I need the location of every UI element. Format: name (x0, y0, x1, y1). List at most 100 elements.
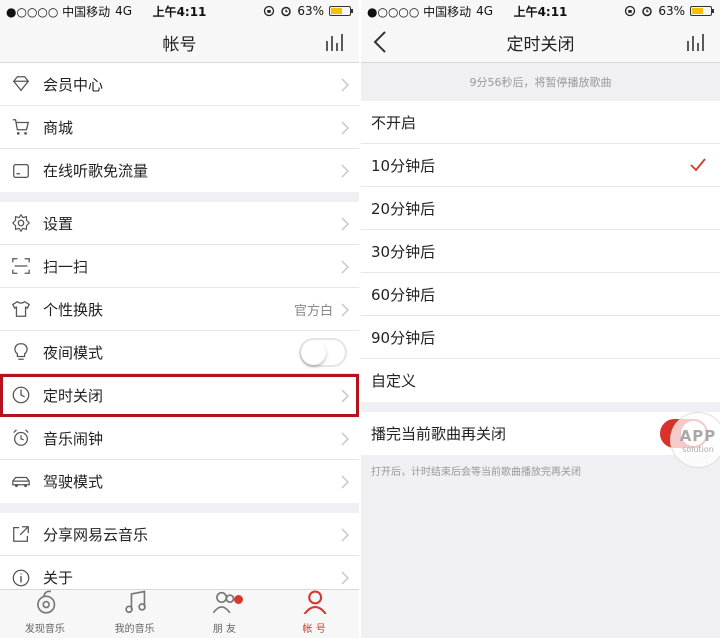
timer-option[interactable]: 30分钟后 (361, 230, 720, 273)
settings-group: 会员中心商城在线听歌免流量 (0, 63, 359, 192)
settings-row-label: 设置 (43, 214, 74, 233)
battery-icon (329, 6, 353, 16)
tab-bar: 发现音乐 我的音乐 朋 友 帐 号 (0, 589, 359, 638)
settings-row[interactable]: 商城 (0, 106, 359, 149)
tab-item[interactable]: 帐 号 (269, 590, 359, 638)
timer-option[interactable]: 自定义 (361, 359, 720, 402)
timer-option[interactable]: 10分钟后 (361, 144, 720, 187)
settings-row-label: 驾驶模式 (43, 473, 104, 491)
shirt-icon (10, 298, 32, 320)
tab-item[interactable]: 我的音乐 (90, 590, 180, 638)
timer-option[interactable]: 60分钟后 (361, 273, 720, 316)
settings-row-label: 个性换肤 (43, 300, 104, 319)
timer-option-label: 10分钟后 (371, 156, 436, 175)
friends-icon (211, 588, 237, 618)
back-icon[interactable] (373, 30, 387, 58)
finish-song-row: 播完当前歌曲再关闭 (361, 412, 720, 455)
tab-item[interactable]: 朋 友 (180, 590, 270, 638)
timer-option-label: 30分钟后 (371, 242, 436, 261)
settings-row-label: 扫一扫 (43, 257, 89, 276)
settings-row-label: 定时关闭 (43, 386, 104, 405)
settings-row-label: 音乐闹钟 (43, 429, 104, 448)
settings-row-label: 会员中心 (43, 75, 104, 94)
timer-close-screen: ●○○○○ 中国移动 4G 上午4:11 63% 定时关闭 9分56秒后，将暂停… (361, 0, 720, 638)
now-playing-icon[interactable] (686, 33, 708, 55)
tab-label: 我的音乐 (114, 624, 155, 635)
timer-option[interactable]: 不开启 (361, 101, 720, 144)
notification-badge (234, 595, 244, 604)
tab-item[interactable]: 发现音乐 (0, 590, 90, 638)
settings-row[interactable]: 夜间模式 (0, 331, 359, 374)
rotation-lock-icon (625, 5, 636, 17)
diamond-icon (10, 73, 32, 95)
settings-group: 分享网易云音乐 关于 (0, 513, 359, 599)
night-mode-toggle[interactable] (299, 338, 347, 367)
settings-row[interactable]: 设置 (0, 202, 359, 245)
timer-option-label: 60分钟后 (371, 285, 436, 304)
music-disc-icon (32, 588, 58, 618)
chevron-right-icon (341, 388, 350, 407)
chevron-right-icon (341, 216, 350, 235)
settings-group: 设置扫一扫个性换肤 官方白 夜间模式定时关闭音乐闹钟驾驶模式 (0, 202, 359, 503)
watermark-logo: APP solution (670, 412, 720, 468)
info-icon (10, 567, 32, 589)
settings-row-label: 商城 (43, 118, 74, 137)
timer-option-label: 不开启 (371, 113, 417, 132)
battery-percent: 63% (658, 4, 685, 18)
music-note-icon (122, 588, 148, 618)
settings-row[interactable]: 定时关闭 (0, 374, 359, 417)
alarm-status-icon (281, 6, 292, 17)
carrier-label: ●○○○○ 中国移动 (6, 4, 111, 19)
settings-row[interactable]: 驾驶模式 (0, 460, 359, 503)
checkmark-icon (690, 157, 706, 176)
page-title: 帐号 (162, 34, 197, 55)
chevron-right-icon (341, 77, 350, 96)
timer-option-label: 20分钟后 (371, 199, 436, 218)
chevron-right-icon (341, 259, 350, 278)
settings-row-label: 关于 (43, 569, 74, 587)
timer-option-label: 90分钟后 (371, 328, 436, 347)
status-bar: ●○○○○ 中国移动 4G 上午4:11 63% (361, 0, 720, 22)
page-title: 定时关闭 (506, 34, 575, 55)
chevron-right-icon (341, 120, 350, 139)
finish-song-footnote: 打开后，计时结束后会等当前歌曲播放完再关闭 (371, 467, 581, 478)
alarm-icon (10, 427, 32, 449)
chevron-right-icon (341, 163, 350, 182)
nav-bar: 帐号 (0, 22, 359, 63)
share-icon (10, 523, 32, 545)
account-screen: ●○○○○ 中国移动 4G 上午4:11 63% 帐号 会员中心商城在线听歌免流… (0, 0, 359, 638)
finish-song-label: 播完当前歌曲再关闭 (371, 425, 507, 443)
settings-list: 会员中心商城在线听歌免流量设置扫一扫个性换肤 官方白 夜间模式定时关闭音乐闹钟驾驶模… (0, 63, 359, 599)
rotation-lock-icon (264, 5, 275, 17)
settings-row[interactable]: 音乐闹钟 (0, 417, 359, 460)
chevron-right-icon (341, 570, 350, 589)
sim-card-icon (10, 160, 32, 182)
settings-row[interactable]: 分享网易云音乐 (0, 513, 359, 556)
status-bar: ●○○○○ 中国移动 4G 上午4:11 63% (0, 0, 359, 22)
account-icon (301, 588, 327, 618)
battery-icon (690, 6, 714, 16)
settings-row-label: 分享网易云音乐 (43, 525, 149, 544)
settings-row[interactable]: 扫一扫 (0, 245, 359, 288)
settings-row[interactable]: 会员中心 (0, 63, 359, 106)
clock-icon (10, 384, 32, 406)
now-playing-icon[interactable] (325, 33, 347, 55)
gear-icon (10, 212, 32, 234)
cart-icon (10, 116, 32, 138)
alarm-status-icon (642, 6, 653, 17)
settings-row[interactable]: 在线听歌免流量 (0, 149, 359, 192)
chevron-right-icon (341, 431, 350, 450)
network-label: 4G (115, 4, 133, 18)
timer-option[interactable]: 90分钟后 (361, 316, 720, 359)
chevron-right-icon (341, 527, 350, 546)
timer-option-label: 自定义 (371, 372, 417, 390)
screenshot-stage: ●○○○○ 中国移动 4G 上午4:11 63% 帐号 会员中心商城在线听歌免流… (0, 0, 720, 638)
nav-bar: 定时关闭 (361, 22, 720, 63)
scan-icon (10, 255, 32, 277)
battery-percent: 63% (297, 4, 324, 18)
timer-option[interactable]: 20分钟后 (361, 187, 720, 230)
tab-label: 发现音乐 (24, 624, 65, 635)
settings-row[interactable]: 个性换肤 官方白 (0, 288, 359, 331)
tab-label: 朋 友 (212, 624, 236, 635)
chevron-right-icon (341, 302, 350, 321)
